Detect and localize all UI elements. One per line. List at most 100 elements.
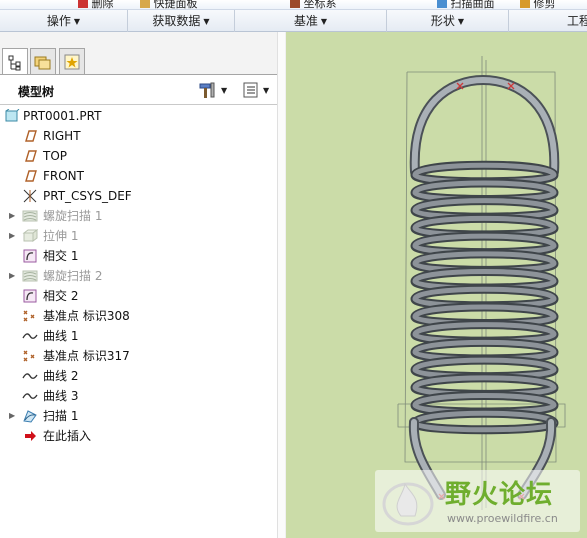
ribbon-group-bar: 操作 ▼ 获取数据 ▼ 基准 ▼ 形状 ▼ 工程 — [0, 10, 587, 32]
ribbon-delete-button[interactable]: 删除 — [78, 0, 114, 10]
datum-plane-icon — [25, 170, 37, 182]
tree-item-datum-point-308[interactable]: 基准点 标识308 — [0, 306, 285, 326]
chevron-down-icon: ▼ — [203, 17, 210, 26]
datum-plane-icon — [25, 130, 37, 142]
part-icon — [5, 109, 20, 122]
tree-item-datum-point-317[interactable]: 基准点 标识317 — [0, 346, 285, 366]
extrude-icon — [22, 229, 38, 242]
expand-arrow-icon[interactable]: ▶ — [9, 266, 17, 286]
insert-here-icon — [25, 431, 36, 441]
group-get-data[interactable]: 获取数据 ▼ — [128, 10, 235, 32]
tree-item-extrude-1[interactable]: ▶ 拉伸 1 — [0, 226, 285, 246]
tree-item-label: 基准点 标识308 — [43, 309, 130, 323]
watermark-title: 野火论坛 — [445, 480, 554, 510]
ribbon-csys-button[interactable]: 坐标系 — [290, 0, 337, 10]
sweep-icon — [23, 410, 37, 423]
ribbon-sweep-surface-button[interactable]: 扫描曲面 — [437, 0, 495, 10]
folder-icon — [34, 56, 51, 70]
ribbon-quick-panel-label: 快捷面板 — [153, 0, 198, 10]
tree-item-label: 拉伸 1 — [43, 229, 79, 243]
tree-item-label: 基准点 标识317 — [43, 349, 130, 363]
tree-item-label: 螺旋扫描 2 — [43, 269, 103, 283]
group-operations[interactable]: 操作 ▼ — [0, 10, 128, 32]
helical-sweep-icon — [22, 210, 38, 222]
chevron-down-icon: ▼ — [221, 85, 228, 95]
tree-scrollbar[interactable] — [277, 32, 285, 538]
tree-item-curve-2[interactable]: 曲线 2 — [0, 366, 285, 386]
navigator-tabs — [0, 32, 285, 76]
group-engineering-label: 工程 — [567, 14, 587, 28]
tree-item-sweep-1[interactable]: ▶ 扫描 1 — [0, 406, 285, 426]
helical-spring-icon — [397, 56, 566, 510]
group-engineering[interactable]: 工程 — [509, 10, 587, 32]
ribbon-top-row: 删除 快捷面板 坐标系 扫描曲面 修剪 — [0, 0, 587, 10]
tree-item-insert-here[interactable]: 在此插入 — [0, 426, 285, 446]
tree-item-part[interactable]: PRT0001.PRT — [0, 106, 285, 126]
datum-point-icon — [23, 350, 35, 362]
list-icon — [243, 82, 258, 98]
tree-item-label: 相交 2 — [43, 289, 79, 303]
ribbon-sweep-surface-label: 扫描曲面 — [450, 0, 495, 10]
tree-item-front[interactable]: FRONT — [0, 166, 285, 186]
curve-icon — [22, 393, 38, 399]
graphics-window[interactable] — [286, 32, 587, 538]
tree-item-label: TOP — [43, 149, 68, 163]
tools-icon — [199, 82, 215, 98]
chevron-down-icon: ▼ — [263, 85, 270, 95]
star-icon — [64, 54, 80, 70]
tree-item-csys[interactable]: PRT_CSYS_DEF — [0, 186, 285, 206]
tree-item-label: 曲线 2 — [43, 369, 79, 383]
ribbon-quick-panel-button[interactable]: 快捷面板 — [140, 0, 198, 10]
tree-item-label: 扫描 1 — [43, 409, 79, 423]
wildfire-logo-icon — [382, 482, 434, 526]
curve-icon — [22, 333, 38, 339]
tree-item-helical-sweep-1[interactable]: ▶ 螺旋扫描 1 — [0, 206, 285, 226]
group-operations-label: 操作 — [46, 14, 71, 28]
tree-settings-button[interactable]: ▼ — [198, 81, 227, 99]
tree-item-curve-3[interactable]: 曲线 3 — [0, 386, 285, 406]
expand-arrow-icon[interactable]: ▶ — [9, 226, 17, 246]
tree-item-label: 相交 1 — [43, 249, 79, 263]
tree-item-label: PRT_CSYS_DEF — [43, 189, 132, 203]
model-tree-title: 模型树 — [18, 85, 55, 99]
model-tree-header: 模型树 ▼ ▼ — [0, 75, 285, 105]
tree-show-button[interactable]: ▼ — [242, 81, 269, 99]
tree-item-label: 螺旋扫描 1 — [43, 209, 103, 223]
group-shapes[interactable]: 形状 ▼ — [387, 10, 509, 32]
tree-item-intersect-2[interactable]: 相交 2 — [0, 286, 285, 306]
folder-browser-tab[interactable] — [30, 48, 56, 75]
chevron-down-icon: ▼ — [457, 17, 465, 26]
model-tree: PRT0001.PRT RIGHT TOP FRONT PRT_CSYS_DEF… — [0, 106, 285, 446]
model-tree-tab[interactable] — [2, 48, 28, 76]
datum-point-icon — [23, 310, 35, 322]
navigator-panel: 模型树 ▼ ▼ PRT0001.PRT RIGHT TOP FRONT PRT_… — [0, 32, 285, 538]
tree-item-top[interactable]: TOP — [0, 146, 285, 166]
tree-item-label: FRONT — [43, 169, 84, 183]
model-tree-icon — [8, 55, 21, 70]
forum-watermark: 野火论坛 www.proewildfire.cn — [375, 470, 580, 532]
ribbon-trim-button[interactable]: 修剪 — [520, 0, 556, 9]
csys-icon — [23, 189, 37, 203]
group-shapes-label: 形状 — [430, 14, 455, 28]
expand-arrow-icon[interactable]: ▶ — [9, 206, 17, 226]
tree-item-right[interactable]: RIGHT — [0, 126, 285, 146]
datum-plane-icon — [25, 150, 37, 162]
group-datum[interactable]: 基准 ▼ — [235, 10, 387, 32]
watermark-url: www.proewildfire.cn — [447, 512, 558, 525]
tree-item-intersect-1[interactable]: 相交 1 — [0, 246, 285, 266]
tree-item-curve-1[interactable]: 曲线 1 — [0, 326, 285, 346]
helical-sweep-icon — [22, 270, 38, 282]
tree-item-helical-sweep-2[interactable]: ▶ 螺旋扫描 2 — [0, 266, 285, 286]
intersect-icon — [23, 289, 37, 303]
favorites-tab[interactable] — [59, 48, 85, 75]
group-datum-label: 基准 — [293, 14, 318, 28]
tree-item-label: 在此插入 — [43, 429, 92, 443]
chevron-down-icon: ▼ — [320, 17, 328, 26]
ribbon-delete-label: 删除 — [91, 0, 114, 10]
tree-item-label: RIGHT — [43, 129, 81, 143]
expand-arrow-icon[interactable]: ▶ — [9, 406, 17, 426]
tree-item-label: 曲线 1 — [43, 329, 79, 343]
tree-item-label: 曲线 3 — [43, 389, 79, 403]
tree-item-label: PRT0001.PRT — [23, 109, 102, 123]
ribbon-csys-label: 坐标系 — [303, 0, 337, 10]
